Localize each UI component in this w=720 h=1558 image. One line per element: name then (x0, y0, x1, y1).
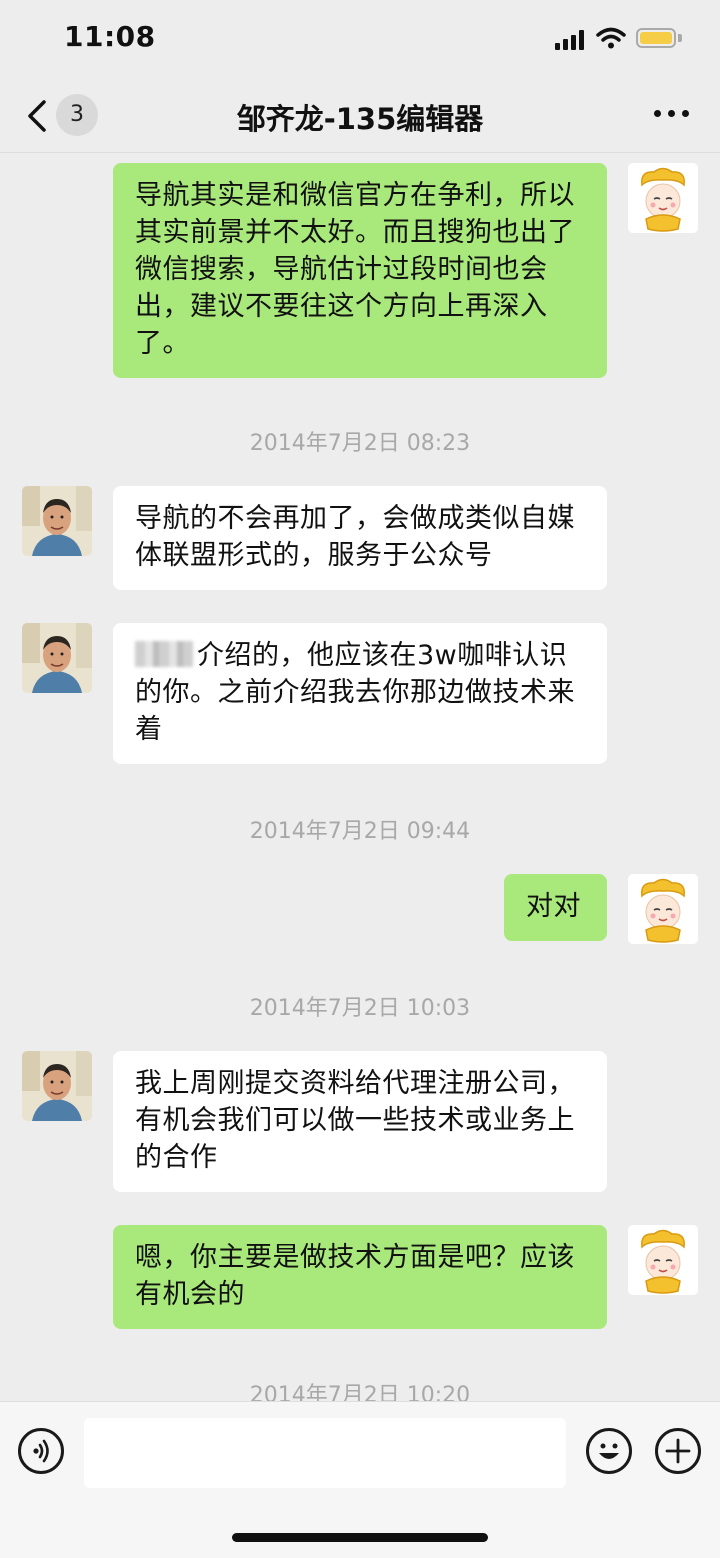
my-avatar[interactable] (628, 1225, 698, 1295)
message-timestamp: 2014年7月2日 08:23 (249, 431, 471, 456)
message-input[interactable] (84, 1418, 566, 1488)
message-bubble-incoming[interactable]: 导航的不会再加了，会做成类似自媒体联盟形式的，服务于公众号 (113, 486, 607, 590)
status-bar: 11:08 (0, 0, 720, 78)
message-bubble-outgoing[interactable]: 导航其实是和微信官方在争利，所以其实前景并不太好。而且搜狗也出了 微信搜索，导航… (113, 163, 607, 378)
my-avatar[interactable] (628, 163, 698, 233)
message-timestamp: 2014年7月2日 09:44 (249, 819, 471, 844)
contact-avatar[interactable] (22, 623, 92, 693)
wifi-icon (596, 27, 626, 49)
plus-icon[interactable] (655, 1428, 701, 1474)
emoji-icon[interactable] (586, 1428, 632, 1474)
status-time: 11:08 (64, 20, 156, 53)
message-timestamp: 2014年7月2日 10:03 (249, 996, 471, 1021)
message-bubble-incoming[interactable]: 我上周刚提交资料给代理注册公司，有机会我们可以做一些技术或业务上的合作 (113, 1051, 607, 1192)
message-bubble-outgoing[interactable]: 对对 (504, 874, 607, 941)
chat-title: 邹齐龙-135编辑器 (236, 102, 484, 136)
redacted-name (135, 641, 193, 667)
message-bubble-outgoing[interactable]: 嗯，你主要是做技术方面是吧？应该有机会的 (113, 1225, 607, 1329)
message-text: 介绍的，他应该在3w咖啡认识的你。之前介绍我去你那边做技术来着 (135, 640, 575, 745)
chat-message-list[interactable]: 导航其实是和微信官方在争利，所以其实前景并不太好。而且搜狗也出了 微信搜索，导航… (0, 153, 720, 1401)
contact-avatar[interactable] (22, 486, 92, 556)
cellular-signal-icon (555, 30, 587, 50)
message-bubble-incoming[interactable]: 介绍的，他应该在3w咖啡认识的你。之前介绍我去你那边做技术来着 (113, 623, 607, 764)
nav-bar: 3 邹齐龙-135编辑器 (0, 78, 720, 153)
more-options-icon[interactable] (654, 108, 690, 120)
home-indicator (232, 1533, 488, 1542)
my-avatar[interactable] (628, 874, 698, 944)
message-timestamp: 2014年7月2日 10:20 (249, 1383, 471, 1401)
voice-icon[interactable] (18, 1428, 64, 1474)
battery-icon (636, 28, 676, 48)
contact-avatar[interactable] (22, 1051, 92, 1121)
